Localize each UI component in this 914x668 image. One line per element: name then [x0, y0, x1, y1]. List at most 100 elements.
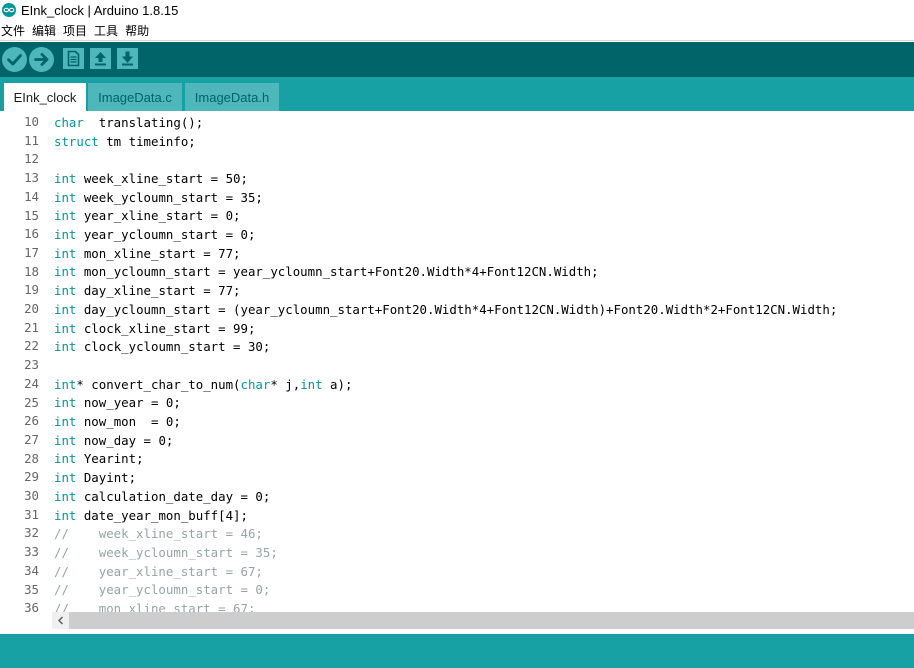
code-token: Yearint; [76, 451, 144, 467]
code-line[interactable]: int clock_xline_start = 99; [54, 319, 255, 338]
keyword-token: int [54, 208, 77, 224]
keyword-token: int [54, 170, 77, 186]
keyword-token: int [54, 376, 77, 392]
new-sketch-button[interactable] [63, 48, 84, 69]
menu-tools[interactable]: 工具 [94, 22, 118, 39]
keyword-token: int [54, 395, 77, 411]
line-number: 34 [24, 562, 39, 578]
code-line[interactable]: // mon_xline_start = 67; [54, 599, 255, 612]
open-button[interactable] [90, 48, 111, 69]
code-line[interactable]: int now_day = 0; [54, 431, 173, 450]
save-button[interactable] [117, 48, 138, 69]
tab-imagedata-c[interactable]: ImageData.c [88, 83, 182, 111]
code-line[interactable]: int year_ycloumn_start = 0; [54, 225, 255, 244]
code-line[interactable]: int week_ycloumn_start = 35; [54, 188, 263, 207]
line-number: 23 [24, 357, 39, 373]
arrow-up-icon [95, 52, 106, 66]
keyword-token: int [54, 301, 77, 317]
code-line[interactable]: int clock_ycloumn_start = 30; [54, 337, 270, 356]
code-line[interactable]: int now_mon = 0; [54, 412, 181, 431]
line-number: 21 [24, 319, 39, 335]
scroll-corner [0, 612, 52, 629]
scroll-left-button[interactable] [52, 612, 69, 629]
code-line[interactable]: struct tm timeinfo; [54, 132, 196, 151]
tab-imagedata-h[interactable]: ImageData.h [185, 83, 279, 111]
line-number: 15 [24, 207, 39, 223]
horizontal-scrollbar[interactable] [0, 612, 914, 629]
line-number: 35 [24, 581, 39, 597]
keyword-token: int [54, 414, 77, 430]
code-line[interactable]: char translating(); [54, 113, 203, 132]
code-line[interactable]: int Yearint; [54, 450, 144, 469]
menu-help[interactable]: 帮助 [125, 22, 149, 39]
keyword-token: int [54, 245, 77, 261]
code-token: day_ycloumn_start = (year_ycloumn_start+… [76, 301, 838, 317]
code-token: * j, [270, 376, 301, 392]
code-line[interactable]: int calculation_date_day = 0; [54, 487, 270, 506]
code-token: clock_ycloumn_start = 30; [76, 339, 271, 355]
line-number: 31 [24, 506, 39, 522]
code-token: a); [322, 376, 353, 392]
arrow-right-icon [34, 53, 49, 66]
code-token: Dayint; [76, 470, 137, 486]
line-number: 10 [24, 114, 39, 129]
comment-token: // year_xline_start = 67; [54, 563, 263, 579]
scrollbar-thumb[interactable] [69, 612, 914, 629]
code-line[interactable]: // year_ycloumn_start = 0; [54, 581, 270, 600]
line-number: 12 [24, 151, 39, 167]
keyword-token: int [54, 189, 77, 205]
window-title: EInk_clock | Arduino 1.8.15 [21, 2, 179, 18]
line-number: 30 [24, 488, 39, 503]
arrow-down-icon [122, 51, 133, 66]
code-token: date_year_mon_buff[4]; [76, 507, 248, 523]
keyword-token: int [54, 488, 77, 504]
line-number: 27 [24, 431, 39, 447]
code-area[interactable]: char translating(); struct tm timeinfo; in… [46, 111, 914, 612]
keyword-token: int [54, 451, 77, 467]
menu-file[interactable]: 文件 [1, 22, 25, 39]
line-number: 14 [24, 188, 39, 204]
code-line[interactable]: int day_xline_start = 77; [54, 281, 241, 300]
code-token: now_mon = 0; [76, 414, 181, 430]
code-token: clock_xline_start = 99; [76, 320, 256, 336]
checkmark-icon [7, 54, 22, 66]
code-line[interactable]: int mon_xline_start = 77; [54, 244, 241, 263]
line-number-gutter: 10 11 12 13 14 15 16 17 18 19 20 21 22 23 24 25 26 27 28 29… [0, 111, 46, 612]
title-bar: EInk_clock | Arduino 1.8.15 [0, 0, 914, 20]
code-line[interactable]: // week_xline_start = 46; [54, 524, 263, 543]
tab-bar: EInk_clock ImageData.c ImageData.h [0, 77, 914, 111]
line-number: 18 [24, 263, 39, 279]
upload-button[interactable] [29, 47, 54, 72]
comment-token: // week_xline_start = 46; [54, 526, 263, 542]
menu-sketch[interactable]: 项目 [63, 22, 87, 39]
keyword-token: int [54, 432, 77, 448]
code-line[interactable]: int week_xline_start = 50; [54, 169, 248, 188]
code-token: tm timeinfo; [98, 133, 196, 149]
code-line[interactable]: int year_xline_start = 0; [54, 207, 241, 226]
code-editor[interactable]: 10 11 12 13 14 15 16 17 18 19 20 21 22 23 24 25 26 27 28 29… [0, 111, 914, 612]
code-line[interactable]: int day_ycloumn_start = (year_ycloumn_st… [54, 300, 837, 319]
line-number: 13 [24, 170, 39, 186]
tab-eink-clock[interactable]: EInk_clock [4, 83, 86, 111]
code-line[interactable]: int mon_ycloumn_start = year_ycloumn_sta… [54, 263, 599, 282]
code-line[interactable]: // week_ycloumn_start = 35; [54, 543, 278, 562]
code-line[interactable]: // year_xline_start = 67; [54, 562, 263, 581]
keyword-token: int [54, 264, 77, 280]
code-token: calculation_date_day = 0; [76, 488, 271, 504]
verify-button[interactable] [2, 47, 27, 72]
line-number: 29 [24, 469, 39, 485]
line-number: 26 [24, 413, 39, 429]
code-line[interactable]: int now_year = 0; [54, 394, 181, 413]
keyword-token: int [54, 320, 77, 336]
code-token: year_ycloumn_start = 0; [76, 227, 256, 243]
code-line[interactable]: int Dayint; [54, 468, 136, 487]
menu-bar: 文件 编辑 项目 工具 帮助 [0, 20, 914, 41]
code-token: now_day = 0; [76, 432, 174, 448]
menu-edit[interactable]: 编辑 [32, 22, 56, 39]
line-number: 28 [24, 450, 39, 466]
code-line[interactable]: int date_year_mon_buff[4]; [54, 506, 248, 525]
keyword-token: int [54, 339, 77, 355]
keyword-token: int [54, 283, 77, 299]
code-line[interactable]: int * convert_char_to_num(char * j, int a); [54, 375, 352, 394]
line-number: 33 [24, 544, 39, 560]
